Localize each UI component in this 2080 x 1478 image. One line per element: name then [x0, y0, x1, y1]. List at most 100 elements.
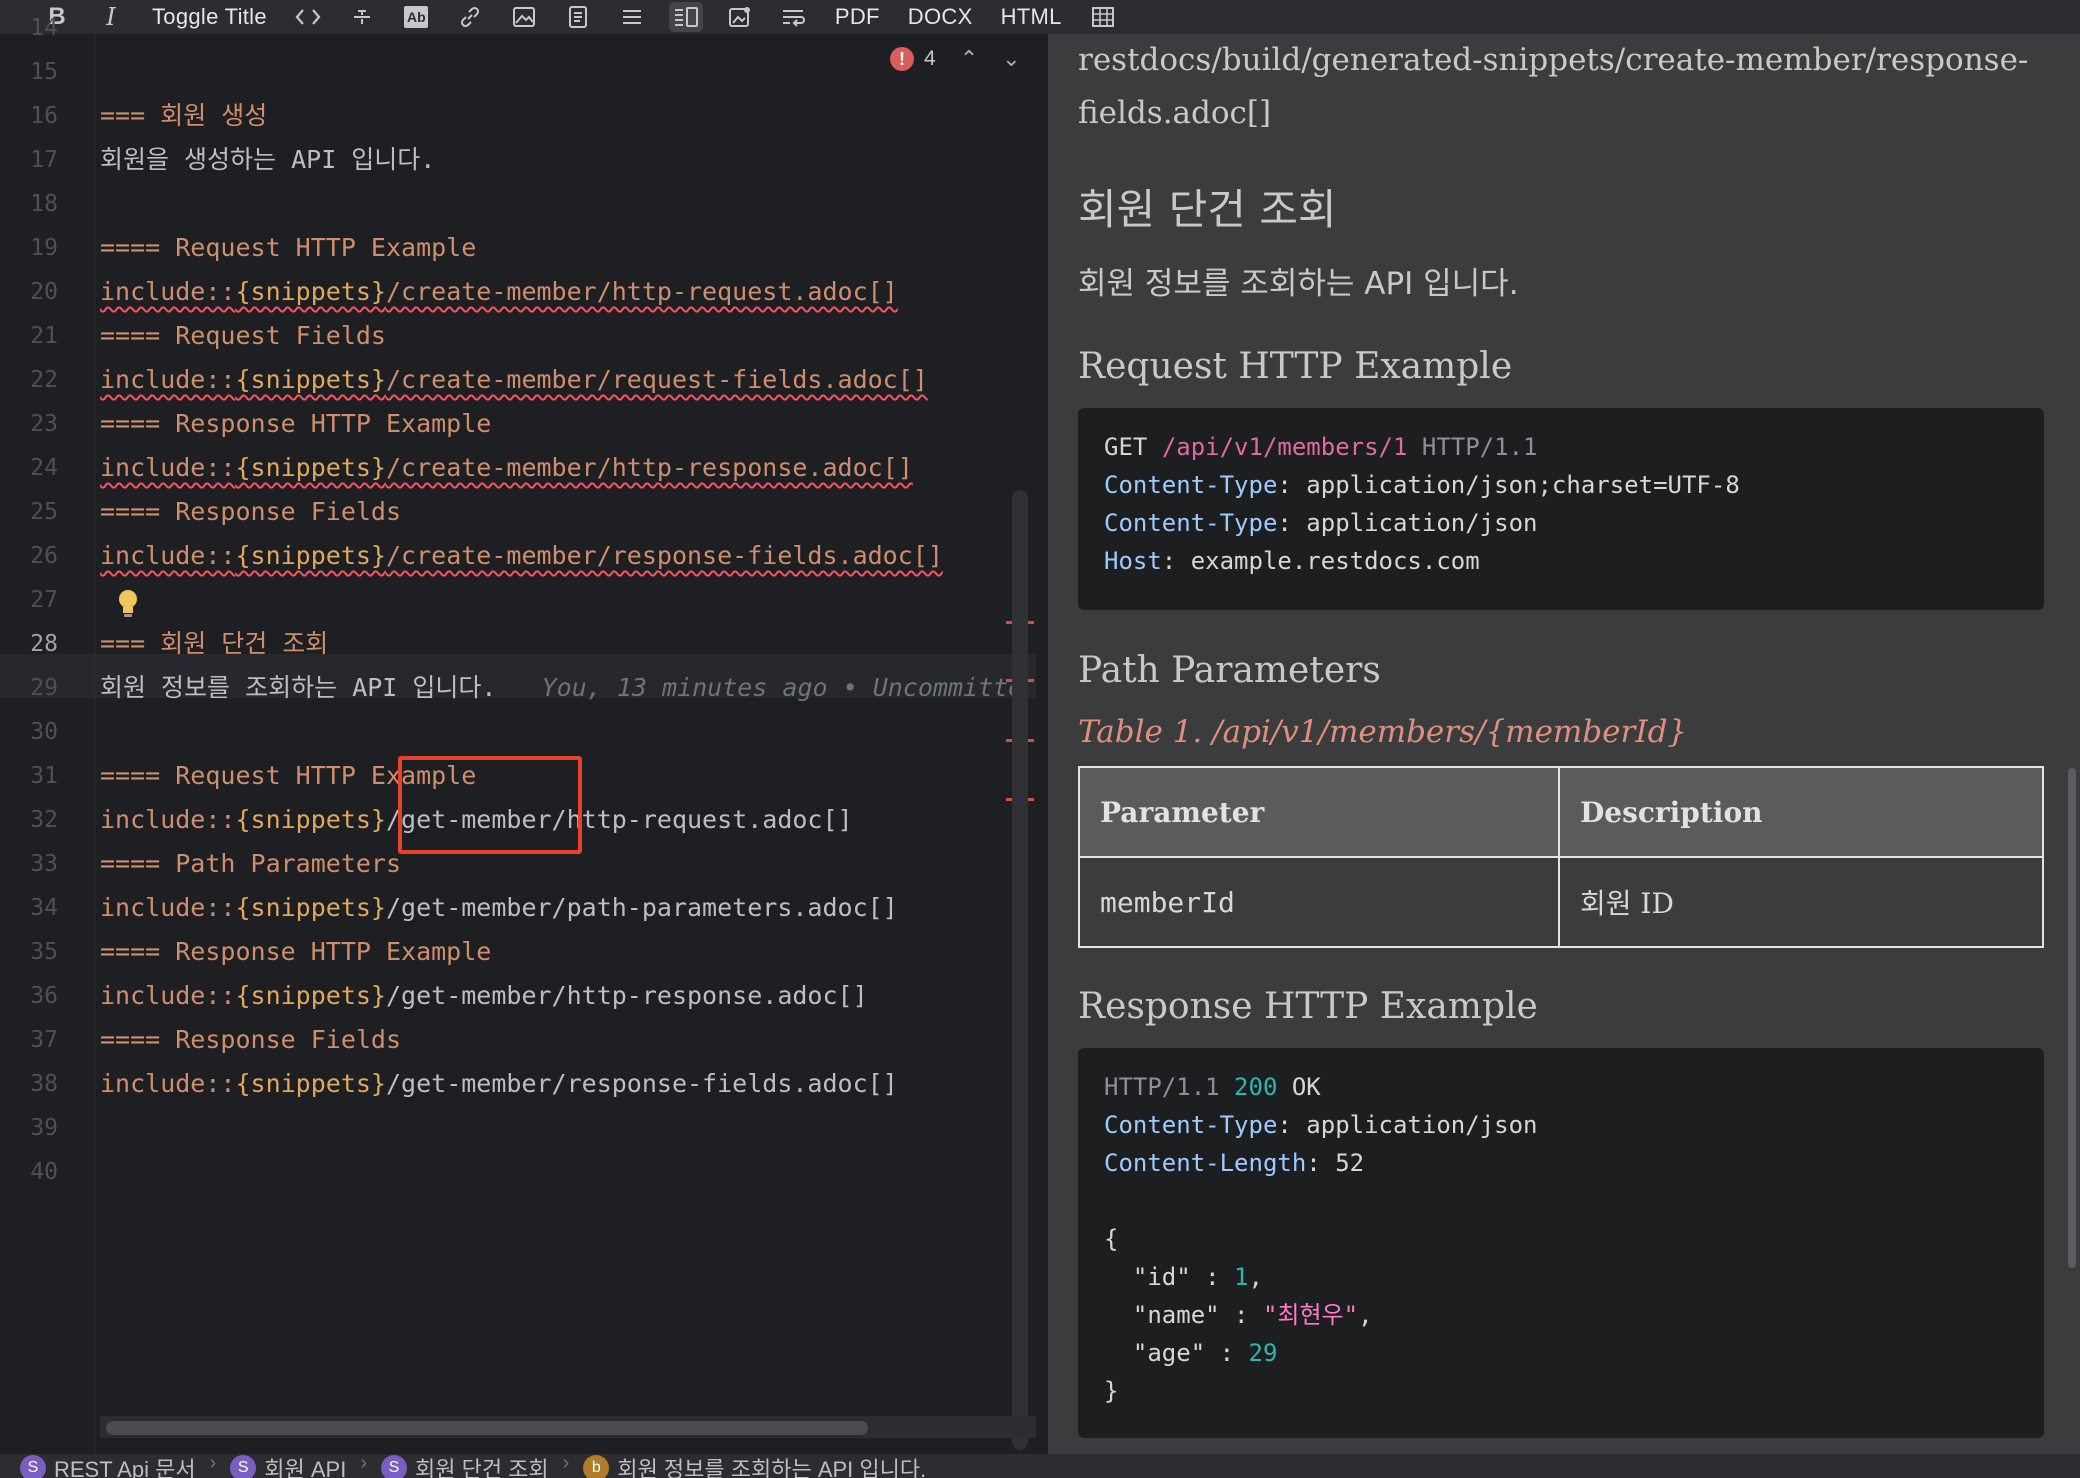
include-directive: include::	[100, 1069, 236, 1098]
export-docx-button[interactable]: DOCX	[904, 4, 977, 30]
highlight-text-icon[interactable]: Ab	[399, 2, 433, 32]
italic-icon[interactable]: I	[94, 2, 128, 32]
strikethrough-icon[interactable]	[345, 2, 379, 32]
section-header-text: ==== Response HTTP Example	[100, 937, 492, 966]
code-line-21[interactable]: include::{snippets}/create-member/reques…	[100, 358, 928, 402]
line-number[interactable]: 26	[0, 534, 58, 578]
json-number: 1	[1234, 1263, 1249, 1291]
lightbulb-icon[interactable]	[117, 589, 139, 619]
export-pdf-button[interactable]: PDF	[831, 4, 884, 30]
split-divider[interactable]	[1036, 34, 1048, 1454]
asciidoc-editor[interactable]: 14 15 16 17 18 19 20 21 22 23 24 25 26 27 28 29 30 31 32 33…	[0, 15, 1036, 1454]
line-number[interactable]: 19	[0, 226, 58, 270]
line-number[interactable]: 16	[0, 94, 58, 138]
json-key: "name" :	[1104, 1301, 1263, 1329]
path-parameters-heading: Path Parameters	[1078, 650, 1381, 691]
section-header-text: ==== Request HTTP Example	[100, 233, 477, 262]
next-problem-icon[interactable]: ⌄	[1002, 46, 1020, 72]
breadcrumb-item[interactable]: S 회원 단건 조회	[380, 1454, 549, 1478]
json-brace: {	[1104, 1225, 1119, 1253]
export-html-button[interactable]: HTML	[997, 4, 1066, 30]
code-line-32[interactable]: ==== Path Parameters	[100, 842, 401, 886]
previous-problem-icon[interactable]: ⌃	[960, 46, 978, 72]
code-line-34[interactable]: ==== Response HTTP Example	[100, 930, 491, 974]
line-number[interactable]: 23	[0, 402, 58, 446]
line-number[interactable]: 29	[0, 666, 58, 710]
snippets-attribute: {snippets}	[235, 277, 386, 306]
status-text: OK	[1291, 1073, 1321, 1101]
preview-scrollbar[interactable]	[2068, 768, 2076, 1268]
code-line-22[interactable]: ==== Response HTTP Example	[100, 402, 491, 446]
horizontal-scrollbar-track[interactable]	[100, 1416, 1036, 1438]
toggle-title-button[interactable]: Toggle Title	[148, 4, 271, 30]
line-number[interactable]: 33	[0, 842, 58, 886]
line-number[interactable]: 38	[0, 1062, 58, 1106]
vertical-scrollbar[interactable]	[1012, 490, 1028, 1450]
line-number[interactable]: 17	[0, 138, 58, 182]
code-line-28[interactable]: 회원 정보를 조회하는 API 입니다. You, 13 minutes ago…	[100, 666, 1023, 710]
table-header-cell: Parameter	[1078, 766, 1560, 858]
code-line-18[interactable]: ==== Request HTTP Example	[100, 226, 476, 270]
line-number[interactable]: 18	[0, 182, 58, 226]
header-name: Content-Type	[1104, 509, 1278, 537]
line-number[interactable]: 20	[0, 270, 58, 314]
section-header-text: === 회원 생성	[100, 101, 268, 130]
breadcrumb-item[interactable]: b 회원 정보를 조회하는 API 입니다.	[583, 1454, 926, 1478]
header-name: Host	[1104, 547, 1162, 575]
line-number[interactable]: 27	[0, 578, 58, 622]
include-path-line: restdocs/build/generated-snippets/create…	[1078, 42, 2029, 78]
line-number[interactable]: 24	[0, 446, 58, 490]
code-line-15[interactable]: === 회원 생성	[100, 94, 267, 138]
image-icon[interactable]	[507, 2, 541, 32]
preview-image-icon[interactable]	[723, 2, 757, 32]
soft-wrap-icon[interactable]	[777, 2, 811, 32]
link-icon[interactable]	[453, 2, 487, 32]
line-number[interactable]: 14	[0, 6, 58, 50]
request-example-heading: Request HTTP Example	[1078, 346, 1513, 387]
split-view-icon[interactable]	[668, 2, 703, 32]
line-number[interactable]: 36	[0, 974, 58, 1018]
line-number[interactable]: 21	[0, 314, 58, 358]
line-number[interactable]: 40	[0, 1150, 58, 1194]
line-number[interactable]: 31	[0, 754, 58, 798]
list-icon[interactable]	[615, 2, 649, 32]
code-line-35[interactable]: include::{snippets}/get-member/http-resp…	[100, 974, 868, 1018]
breadcrumb-item[interactable]: S 회원 API	[230, 1454, 346, 1478]
code-line-20[interactable]: ==== Request Fields	[100, 314, 386, 358]
section-badge-icon: S	[20, 1455, 46, 1478]
include-path: /create-member/request-fields.adoc[]	[385, 365, 928, 394]
include-path: /get-member/path-parameters.adoc[]	[385, 893, 898, 922]
line-number[interactable]: 32	[0, 798, 58, 842]
code-icon[interactable]	[291, 2, 325, 32]
header-value: : application/json;charset=UTF-8	[1277, 471, 1740, 499]
line-number-gutter: 14 15 16 17 18 19 20 21 22 23 24 25 26 27 28 29 30 31 32 33…	[0, 15, 95, 1454]
document-icon[interactable]	[561, 2, 595, 32]
section-header-text: ==== Response Fields	[100, 497, 402, 526]
line-number[interactable]: 34	[0, 886, 58, 930]
problems-indicator[interactable]: ! 4 ⌃ ⌄	[890, 46, 1021, 72]
code-line-27[interactable]: === 회원 단건 조회	[100, 622, 328, 666]
section-header-text: ==== Request Fields	[100, 321, 386, 350]
code-line-23[interactable]: include::{snippets}/create-member/http-r…	[100, 446, 913, 490]
breadcrumb-item[interactable]: S REST Api 문서	[20, 1454, 196, 1478]
code-line-37[interactable]: include::{snippets}/get-member/response-…	[100, 1062, 898, 1106]
horizontal-scrollbar-thumb[interactable]	[106, 1421, 868, 1435]
line-number[interactable]: 39	[0, 1106, 58, 1150]
code-line-24[interactable]: ==== Response Fields	[100, 490, 401, 534]
line-number[interactable]: 35	[0, 930, 58, 974]
line-number[interactable]: 30	[0, 710, 58, 754]
line-number[interactable]: 15	[0, 50, 58, 94]
code-line-25[interactable]: include::{snippets}/create-member/respon…	[100, 534, 943, 578]
line-number[interactable]: 28	[0, 622, 58, 666]
code-line-19[interactable]: include::{snippets}/create-member/http-r…	[100, 270, 898, 314]
table-icon[interactable]	[1086, 2, 1120, 32]
code-line-16[interactable]: 회원을 생성하는 API 입니다.	[100, 138, 435, 182]
code-line-36[interactable]: ==== Response Fields	[100, 1018, 401, 1062]
code-line-33[interactable]: include::{snippets}/get-member/path-para…	[100, 886, 898, 930]
line-number[interactable]: 22	[0, 358, 58, 402]
line-number[interactable]: 25	[0, 490, 58, 534]
line-number[interactable]: 37	[0, 1018, 58, 1062]
path-parameters-table: Parameter Description memberId 회원 ID	[1078, 766, 2044, 948]
git-blame-annotation: You, 13 minutes ago • Uncommitte	[541, 673, 1024, 702]
section-title: 회원 단건 조회	[1078, 185, 1337, 234]
